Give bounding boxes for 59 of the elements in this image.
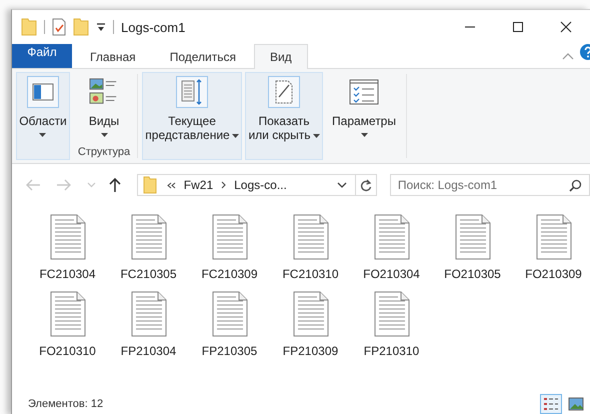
file-name[interactable]: FP210309 <box>282 344 338 358</box>
group-label: Структура <box>76 146 132 158</box>
panes-icon <box>32 83 54 101</box>
maximize-icon <box>512 21 524 33</box>
text-file-icon[interactable] <box>536 214 572 260</box>
text-file-icon[interactable] <box>130 291 166 337</box>
options-button[interactable]: Параметры <box>326 72 402 160</box>
columns-icon <box>180 79 204 105</box>
file-name[interactable]: FO210304 <box>363 267 420 281</box>
chevron-down-icon[interactable] <box>336 182 347 188</box>
options-icon <box>349 79 379 105</box>
text-file-icon[interactable] <box>374 291 410 337</box>
up-arrow-icon[interactable] <box>108 177 122 193</box>
address-bar[interactable]: Fw21 Logs-co... <box>136 174 377 196</box>
file-name[interactable]: FC210309 <box>201 267 258 281</box>
text-file-icon[interactable] <box>454 214 490 260</box>
text-file-icon[interactable] <box>130 214 166 260</box>
folder-icon[interactable] <box>73 18 89 36</box>
show-hide-button[interactable]: Показать или скрыть <box>245 72 323 160</box>
refresh-icon <box>360 178 372 192</box>
file-name[interactable]: FO210305 <box>444 267 501 281</box>
file-name[interactable]: FO210309 <box>525 267 582 281</box>
search-icon[interactable] <box>569 179 582 192</box>
file-name[interactable]: FC210310 <box>282 267 339 281</box>
ribbon-tab[interactable]: Поделиться <box>154 44 252 68</box>
breadcrumb[interactable]: Fw21 <box>184 178 214 192</box>
folder-icon[interactable] <box>21 18 37 36</box>
window-title: Logs-com1 <box>121 20 186 34</box>
ribbon-tab[interactable]: Главная <box>74 44 152 68</box>
close-icon <box>560 21 572 33</box>
file-name[interactable]: FP210305 <box>202 344 258 358</box>
chevron-right-icon <box>221 181 226 189</box>
properties-icon[interactable] <box>52 18 66 36</box>
panes-button[interactable]: Области <box>16 72 70 160</box>
text-file-icon[interactable] <box>212 291 248 337</box>
file-name[interactable]: FC210304 <box>39 267 96 281</box>
text-file-icon[interactable] <box>212 214 248 260</box>
show-hide-icon <box>274 80 294 104</box>
collapse-ribbon-icon[interactable] <box>562 52 574 60</box>
file-name[interactable]: FP210310 <box>364 344 420 358</box>
file-name[interactable]: FP210304 <box>120 344 176 358</box>
views-button[interactable]: Виды <box>75 72 133 141</box>
text-file-icon[interactable] <box>292 291 328 337</box>
current-view-button[interactable]: Текущее представление <box>142 72 242 160</box>
file-name[interactable]: FC210305 <box>120 267 177 281</box>
search-field[interactable]: Поиск: Logs-com1 <box>390 174 590 196</box>
ribbon-tab[interactable]: Файл <box>12 44 72 68</box>
item-count: Элементов: 12 <box>28 398 104 410</box>
text-file-icon[interactable] <box>50 214 86 260</box>
customize-dropdown-icon[interactable] <box>96 22 106 32</box>
text-file-icon[interactable] <box>374 214 410 260</box>
text-file-icon[interactable] <box>50 291 86 337</box>
file-name[interactable]: FO210310 <box>39 344 96 358</box>
breadcrumb[interactable]: Logs-co... <box>234 178 287 192</box>
folder-icon <box>142 176 157 194</box>
ribbon-tab[interactable]: Вид <box>254 44 308 69</box>
overflow-chevrons-icon <box>166 182 176 188</box>
details-view-button[interactable] <box>540 394 562 414</box>
text-file-icon[interactable] <box>292 214 328 260</box>
